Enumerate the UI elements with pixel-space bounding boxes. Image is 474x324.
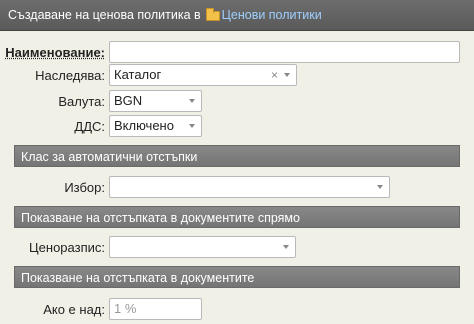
currency-label: Валута: xyxy=(58,94,105,109)
choice-row: Избор: xyxy=(0,176,474,200)
vat-select[interactable]: Включено xyxy=(109,115,202,137)
if-above-row: Ако е над: 1 % xyxy=(0,298,474,322)
inherits-select[interactable]: Каталог × xyxy=(109,64,297,86)
vat-row: ДДС: Включено xyxy=(0,115,474,139)
pricelist-label: Ценоразпис: xyxy=(29,240,105,255)
clear-icon[interactable]: × xyxy=(271,65,278,85)
section-discount-display: Показване на отстъпката в документите xyxy=(14,266,460,288)
if-above-label: Ако е над: xyxy=(43,302,105,317)
folder-link[interactable]: Ценови политики xyxy=(222,8,322,22)
choice-label: Избор: xyxy=(64,180,105,195)
chevron-down-icon[interactable] xyxy=(189,99,195,103)
choice-select[interactable] xyxy=(109,176,390,198)
title-prefix: Създаване на ценова политика в xyxy=(8,8,201,22)
chevron-down-icon[interactable] xyxy=(283,245,289,249)
name-input[interactable] xyxy=(109,41,460,63)
section-auto-discounts: Клас за автоматични отстъпки xyxy=(14,145,460,167)
name-row: Наименование: xyxy=(0,41,474,65)
window-title-bar: Създаване на ценова политика в Ценови по… xyxy=(0,0,474,31)
chevron-down-icon[interactable] xyxy=(377,185,383,189)
currency-value: BGN xyxy=(114,93,143,108)
chevron-down-icon[interactable] xyxy=(284,73,290,77)
chevron-down-icon[interactable] xyxy=(189,124,195,128)
if-above-input[interactable]: 1 % xyxy=(109,298,202,320)
pricelist-select[interactable] xyxy=(109,236,296,258)
inherits-row: Наследява: Каталог × xyxy=(0,64,474,88)
folder-icon xyxy=(205,8,220,21)
currency-select[interactable]: BGN xyxy=(109,90,202,112)
section-discount-display-relative: Показване на отстъпката в документите сп… xyxy=(14,206,460,228)
vat-label: ДДС: xyxy=(74,119,105,134)
inherits-label: Наследява: xyxy=(35,68,105,83)
vat-value: Включено xyxy=(114,118,174,133)
name-label: Наименование: xyxy=(5,45,105,60)
pricelist-row: Ценоразпис: xyxy=(0,236,474,260)
currency-row: Валута: BGN xyxy=(0,90,474,114)
inherits-value: Каталог xyxy=(114,67,162,82)
